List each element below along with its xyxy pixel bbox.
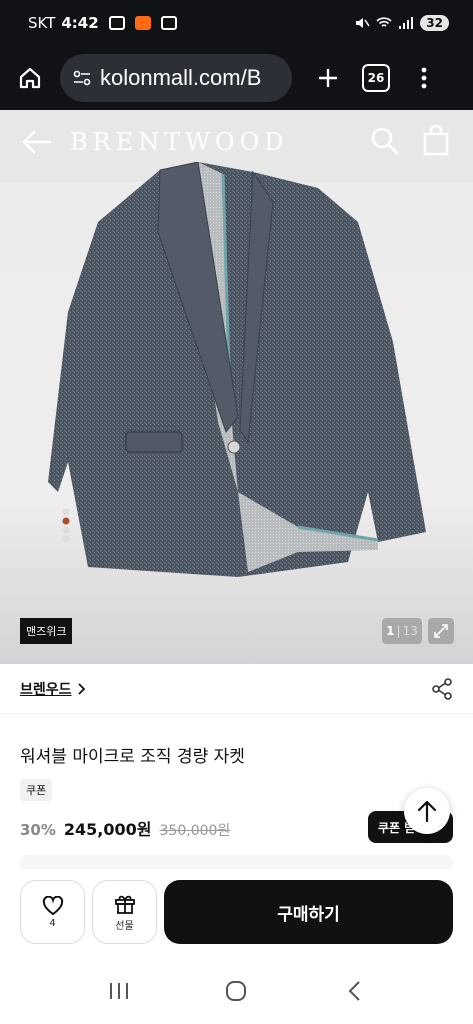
signal-icon — [399, 17, 414, 29]
like-count: 4 — [49, 917, 56, 929]
gift-icon — [114, 895, 135, 914]
status-bar: SKT 4:42 32 — [0, 0, 473, 46]
bottom-action-bar: 4 선물 구매하기 — [0, 870, 473, 958]
like-button[interactable]: 4 — [20, 880, 85, 944]
event-badge: 맨즈위크 — [20, 618, 73, 644]
brand-logo[interactable]: BRENTWOOD — [70, 128, 289, 156]
system-back-button[interactable] — [340, 977, 368, 1005]
share-icon[interactable] — [431, 677, 453, 700]
url-text: kolonmall.com/B — [100, 65, 262, 90]
voicemail-icon — [160, 16, 177, 30]
section-divider — [20, 855, 453, 869]
product-image — [48, 162, 426, 577]
product-title: 워셔블 마이크로 조직 경량 자켓 — [20, 747, 245, 767]
pager-current: 1 — [386, 624, 395, 638]
address-bar[interactable]: kolonmall.com/B — [60, 54, 292, 102]
pager-separator: | — [396, 624, 401, 638]
recent-apps-icon — [109, 983, 128, 999]
mute-icon — [356, 18, 370, 28]
scroll-to-top-button[interactable] — [404, 788, 450, 834]
new-tab-button[interactable] — [312, 62, 344, 94]
brand-row: 브렌우드 — [0, 664, 473, 714]
browser-toolbar: kolonmall.com/B 26 — [0, 46, 473, 110]
search-icon[interactable] — [370, 126, 400, 156]
wifi-icon — [376, 17, 392, 27]
original-price: 350,000원 — [159, 823, 231, 839]
screenshot-icon — [108, 16, 125, 30]
shopping-bag-icon[interactable] — [422, 124, 450, 156]
product-image-gallery[interactable]: BRENTWOOD 맨즈위크 1 | 13 — [0, 110, 473, 664]
back-chevron-icon — [348, 981, 360, 1001]
expand-icon — [434, 624, 448, 638]
tabs-button[interactable]: 26 — [362, 64, 390, 92]
carrier-label: SKT — [28, 14, 56, 32]
coupon-tag: 쿠폰 — [20, 779, 53, 801]
chevron-right-icon — [77, 682, 85, 695]
pager-total: 13 — [402, 624, 418, 638]
heart-icon — [42, 895, 63, 915]
status-right: 32 — [354, 15, 449, 31]
brand-name: 브렌우드 — [20, 681, 72, 698]
home-circle-icon — [226, 981, 247, 1001]
site-settings-icon[interactable] — [72, 68, 92, 88]
system-home-button[interactable] — [222, 977, 250, 1005]
expand-image-button[interactable] — [428, 618, 454, 644]
arrow-up-icon — [417, 800, 437, 822]
buy-button[interactable]: 구매하기 — [164, 880, 453, 944]
recent-apps-button[interactable] — [105, 977, 133, 1005]
home-icon — [19, 67, 41, 89]
status-left: SKT 4:42 — [28, 14, 177, 32]
browser-menu-button[interactable] — [414, 62, 434, 94]
brand-link[interactable]: 브렌우드 — [20, 679, 86, 699]
plus-icon — [319, 69, 337, 87]
more-icon — [421, 67, 427, 89]
price-row: 30% 245,000원 350,000원 — [20, 816, 230, 840]
back-arrow-icon[interactable] — [20, 128, 52, 156]
battery-indicator: 32 — [420, 15, 449, 31]
app-notification-icon — [134, 16, 151, 30]
discount-rate: 30% — [20, 821, 56, 839]
sale-price: 245,000원 — [63, 820, 152, 839]
gift-label: 선물 — [115, 920, 134, 932]
browser-home-button[interactable] — [14, 62, 46, 94]
system-nav-bar — [0, 958, 473, 1024]
gift-button[interactable]: 선물 — [92, 880, 157, 944]
image-pager: 1 | 13 — [382, 618, 422, 644]
clock: 4:42 — [61, 14, 99, 32]
